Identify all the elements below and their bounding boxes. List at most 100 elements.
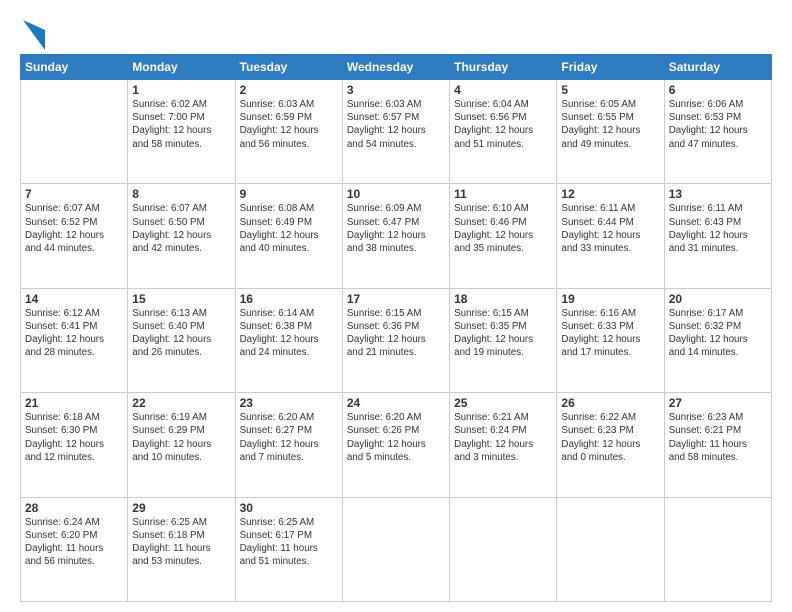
- day-number: 17: [347, 292, 445, 306]
- day-number: 28: [25, 501, 123, 515]
- day-number: 22: [132, 396, 230, 410]
- calendar-cell: [21, 80, 128, 184]
- day-info: Sunrise: 6:07 AM Sunset: 6:52 PM Dayligh…: [25, 202, 123, 255]
- day-info: Sunrise: 6:15 AM Sunset: 6:36 PM Dayligh…: [347, 307, 445, 360]
- day-number: 25: [454, 396, 552, 410]
- calendar-cell: 5Sunrise: 6:05 AM Sunset: 6:55 PM Daylig…: [557, 80, 664, 184]
- calendar-cell: 12Sunrise: 6:11 AM Sunset: 6:44 PM Dayli…: [557, 184, 664, 288]
- day-info: Sunrise: 6:03 AM Sunset: 6:59 PM Dayligh…: [240, 98, 338, 151]
- calendar: SundayMondayTuesdayWednesdayThursdayFrid…: [20, 54, 772, 602]
- calendar-week-row: 28Sunrise: 6:24 AM Sunset: 6:20 PM Dayli…: [21, 497, 772, 601]
- day-number: 2: [240, 83, 338, 97]
- calendar-cell: 10Sunrise: 6:09 AM Sunset: 6:47 PM Dayli…: [342, 184, 449, 288]
- day-info: Sunrise: 6:20 AM Sunset: 6:26 PM Dayligh…: [347, 411, 445, 464]
- calendar-cell: [664, 497, 771, 601]
- day-info: Sunrise: 6:22 AM Sunset: 6:23 PM Dayligh…: [561, 411, 659, 464]
- calendar-cell: 15Sunrise: 6:13 AM Sunset: 6:40 PM Dayli…: [128, 288, 235, 392]
- day-number: 21: [25, 396, 123, 410]
- calendar-cell: [342, 497, 449, 601]
- logo-icon: [23, 20, 45, 50]
- calendar-cell: 2Sunrise: 6:03 AM Sunset: 6:59 PM Daylig…: [235, 80, 342, 184]
- weekday-header: Friday: [557, 55, 664, 80]
- calendar-cell: 7Sunrise: 6:07 AM Sunset: 6:52 PM Daylig…: [21, 184, 128, 288]
- day-info: Sunrise: 6:20 AM Sunset: 6:27 PM Dayligh…: [240, 411, 338, 464]
- day-number: 23: [240, 396, 338, 410]
- day-info: Sunrise: 6:03 AM Sunset: 6:57 PM Dayligh…: [347, 98, 445, 151]
- calendar-cell: 24Sunrise: 6:20 AM Sunset: 6:26 PM Dayli…: [342, 393, 449, 497]
- day-number: 24: [347, 396, 445, 410]
- calendar-week-row: 7Sunrise: 6:07 AM Sunset: 6:52 PM Daylig…: [21, 184, 772, 288]
- calendar-cell: 3Sunrise: 6:03 AM Sunset: 6:57 PM Daylig…: [342, 80, 449, 184]
- day-number: 19: [561, 292, 659, 306]
- calendar-cell: [557, 497, 664, 601]
- day-number: 11: [454, 187, 552, 201]
- day-info: Sunrise: 6:23 AM Sunset: 6:21 PM Dayligh…: [669, 411, 767, 464]
- day-number: 29: [132, 501, 230, 515]
- weekday-header: Sunday: [21, 55, 128, 80]
- day-info: Sunrise: 6:17 AM Sunset: 6:32 PM Dayligh…: [669, 307, 767, 360]
- calendar-cell: 19Sunrise: 6:16 AM Sunset: 6:33 PM Dayli…: [557, 288, 664, 392]
- day-number: 10: [347, 187, 445, 201]
- day-number: 12: [561, 187, 659, 201]
- calendar-cell: 21Sunrise: 6:18 AM Sunset: 6:30 PM Dayli…: [21, 393, 128, 497]
- day-info: Sunrise: 6:04 AM Sunset: 6:56 PM Dayligh…: [454, 98, 552, 151]
- calendar-cell: 23Sunrise: 6:20 AM Sunset: 6:27 PM Dayli…: [235, 393, 342, 497]
- logo: [20, 20, 45, 50]
- calendar-cell: 17Sunrise: 6:15 AM Sunset: 6:36 PM Dayli…: [342, 288, 449, 392]
- day-info: Sunrise: 6:08 AM Sunset: 6:49 PM Dayligh…: [240, 202, 338, 255]
- day-info: Sunrise: 6:07 AM Sunset: 6:50 PM Dayligh…: [132, 202, 230, 255]
- day-number: 5: [561, 83, 659, 97]
- header: [20, 16, 772, 50]
- day-number: 4: [454, 83, 552, 97]
- calendar-cell: 11Sunrise: 6:10 AM Sunset: 6:46 PM Dayli…: [450, 184, 557, 288]
- weekday-header: Wednesday: [342, 55, 449, 80]
- calendar-cell: 28Sunrise: 6:24 AM Sunset: 6:20 PM Dayli…: [21, 497, 128, 601]
- day-info: Sunrise: 6:21 AM Sunset: 6:24 PM Dayligh…: [454, 411, 552, 464]
- calendar-cell: 30Sunrise: 6:25 AM Sunset: 6:17 PM Dayli…: [235, 497, 342, 601]
- day-number: 14: [25, 292, 123, 306]
- day-info: Sunrise: 6:13 AM Sunset: 6:40 PM Dayligh…: [132, 307, 230, 360]
- day-number: 6: [669, 83, 767, 97]
- day-number: 27: [669, 396, 767, 410]
- day-info: Sunrise: 6:06 AM Sunset: 6:53 PM Dayligh…: [669, 98, 767, 151]
- calendar-cell: 25Sunrise: 6:21 AM Sunset: 6:24 PM Dayli…: [450, 393, 557, 497]
- day-number: 9: [240, 187, 338, 201]
- calendar-cell: 9Sunrise: 6:08 AM Sunset: 6:49 PM Daylig…: [235, 184, 342, 288]
- weekday-header: Saturday: [664, 55, 771, 80]
- calendar-cell: 29Sunrise: 6:25 AM Sunset: 6:18 PM Dayli…: [128, 497, 235, 601]
- day-info: Sunrise: 6:11 AM Sunset: 6:43 PM Dayligh…: [669, 202, 767, 255]
- day-number: 7: [25, 187, 123, 201]
- calendar-cell: 1Sunrise: 6:02 AM Sunset: 7:00 PM Daylig…: [128, 80, 235, 184]
- day-number: 3: [347, 83, 445, 97]
- day-info: Sunrise: 6:12 AM Sunset: 6:41 PM Dayligh…: [25, 307, 123, 360]
- day-number: 30: [240, 501, 338, 515]
- day-info: Sunrise: 6:24 AM Sunset: 6:20 PM Dayligh…: [25, 516, 123, 569]
- calendar-cell: 27Sunrise: 6:23 AM Sunset: 6:21 PM Dayli…: [664, 393, 771, 497]
- day-number: 13: [669, 187, 767, 201]
- calendar-cell: [450, 497, 557, 601]
- calendar-cell: 16Sunrise: 6:14 AM Sunset: 6:38 PM Dayli…: [235, 288, 342, 392]
- day-number: 26: [561, 396, 659, 410]
- calendar-cell: 8Sunrise: 6:07 AM Sunset: 6:50 PM Daylig…: [128, 184, 235, 288]
- day-info: Sunrise: 6:16 AM Sunset: 6:33 PM Dayligh…: [561, 307, 659, 360]
- weekday-header: Tuesday: [235, 55, 342, 80]
- calendar-cell: 22Sunrise: 6:19 AM Sunset: 6:29 PM Dayli…: [128, 393, 235, 497]
- day-info: Sunrise: 6:10 AM Sunset: 6:46 PM Dayligh…: [454, 202, 552, 255]
- day-info: Sunrise: 6:19 AM Sunset: 6:29 PM Dayligh…: [132, 411, 230, 464]
- day-info: Sunrise: 6:14 AM Sunset: 6:38 PM Dayligh…: [240, 307, 338, 360]
- day-info: Sunrise: 6:15 AM Sunset: 6:35 PM Dayligh…: [454, 307, 552, 360]
- weekday-header-row: SundayMondayTuesdayWednesdayThursdayFrid…: [21, 55, 772, 80]
- calendar-week-row: 14Sunrise: 6:12 AM Sunset: 6:41 PM Dayli…: [21, 288, 772, 392]
- day-info: Sunrise: 6:09 AM Sunset: 6:47 PM Dayligh…: [347, 202, 445, 255]
- calendar-week-row: 1Sunrise: 6:02 AM Sunset: 7:00 PM Daylig…: [21, 80, 772, 184]
- day-info: Sunrise: 6:05 AM Sunset: 6:55 PM Dayligh…: [561, 98, 659, 151]
- calendar-cell: 4Sunrise: 6:04 AM Sunset: 6:56 PM Daylig…: [450, 80, 557, 184]
- calendar-cell: 14Sunrise: 6:12 AM Sunset: 6:41 PM Dayli…: [21, 288, 128, 392]
- calendar-week-row: 21Sunrise: 6:18 AM Sunset: 6:30 PM Dayli…: [21, 393, 772, 497]
- day-number: 20: [669, 292, 767, 306]
- weekday-header: Thursday: [450, 55, 557, 80]
- day-info: Sunrise: 6:25 AM Sunset: 6:17 PM Dayligh…: [240, 516, 338, 569]
- weekday-header: Monday: [128, 55, 235, 80]
- day-number: 1: [132, 83, 230, 97]
- calendar-cell: 20Sunrise: 6:17 AM Sunset: 6:32 PM Dayli…: [664, 288, 771, 392]
